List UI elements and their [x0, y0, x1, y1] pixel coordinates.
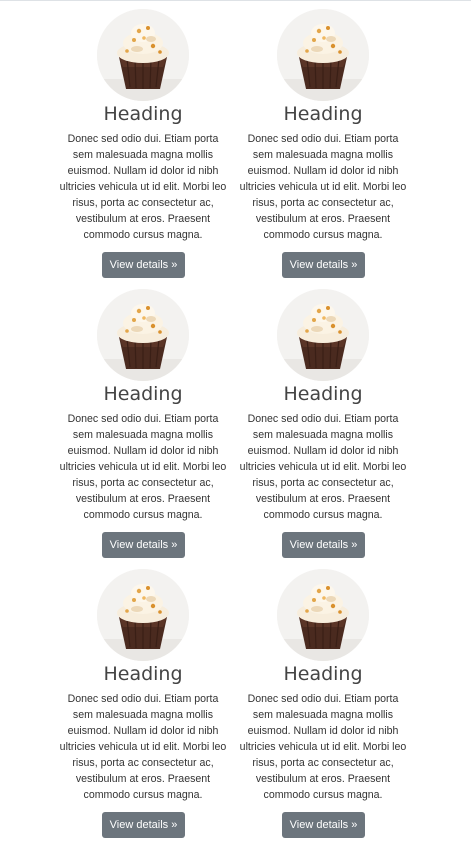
card-body-text: Donec sed odio dui. Etiam porta sem male…	[59, 133, 227, 241]
card: Heading Donec sed odio dui. Etiam porta …	[233, 289, 413, 569]
top-divider	[0, 0, 471, 1]
card-heading: Heading	[103, 103, 183, 125]
card-body-text: Donec sed odio dui. Etiam porta sem male…	[239, 133, 407, 241]
cupcake-image	[277, 569, 369, 661]
cupcake-image	[277, 9, 369, 101]
card: Heading Donec sed odio dui. Etiam porta …	[233, 569, 413, 849]
view-details-button[interactable]: View details »	[282, 812, 365, 838]
card-heading: Heading	[283, 103, 363, 125]
cupcake-image	[97, 289, 189, 381]
card-body-text: Donec sed odio dui. Etiam porta sem male…	[59, 413, 227, 521]
cupcake-image	[97, 9, 189, 101]
card-grid: Heading Donec sed odio dui. Etiam porta …	[53, 9, 413, 849]
view-details-button[interactable]: View details »	[102, 812, 185, 838]
card: Heading Donec sed odio dui. Etiam porta …	[53, 289, 233, 569]
card-heading: Heading	[103, 383, 183, 405]
view-details-button[interactable]: View details »	[102, 252, 185, 278]
card-heading: Heading	[283, 663, 363, 685]
card-body-text: Donec sed odio dui. Etiam porta sem male…	[239, 693, 407, 801]
card-heading: Heading	[103, 663, 183, 685]
cupcake-image	[97, 569, 189, 661]
card: Heading Donec sed odio dui. Etiam porta …	[53, 569, 233, 849]
card-heading: Heading	[283, 383, 363, 405]
view-details-button[interactable]: View details »	[102, 532, 185, 558]
view-details-button[interactable]: View details »	[282, 252, 365, 278]
card-body-text: Donec sed odio dui. Etiam porta sem male…	[239, 413, 407, 521]
cupcake-image	[277, 289, 369, 381]
card: Heading Donec sed odio dui. Etiam porta …	[53, 9, 233, 289]
card: Heading Donec sed odio dui. Etiam porta …	[233, 9, 413, 289]
view-details-button[interactable]: View details »	[282, 532, 365, 558]
card-body-text: Donec sed odio dui. Etiam porta sem male…	[59, 693, 227, 801]
